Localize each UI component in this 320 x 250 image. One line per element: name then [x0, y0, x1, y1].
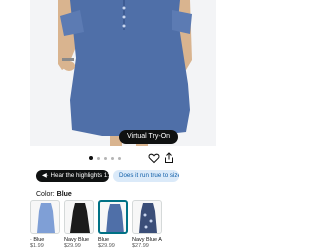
swatch-thumbnail: [98, 200, 128, 234]
carousel-pagination-dots: [89, 155, 129, 161]
virtual-try-on-button[interactable]: Virtual Try-On: [119, 130, 179, 144]
product-image-carousel[interactable]: Virtual Try-On: [0, 0, 250, 146]
carousel-dot[interactable]: [118, 156, 121, 160]
heart-icon[interactable]: [148, 152, 160, 164]
swatch-price: $27.99: [132, 243, 149, 249]
hear-highlights-button[interactable]: ◀· Hear the highlights 1:59: [36, 170, 109, 182]
carousel-dot-active[interactable]: [89, 156, 93, 160]
true-to-size-button[interactable]: Does it run true to size?: [113, 170, 179, 182]
swatch-dress-image: [70, 203, 90, 233]
product-photo-dress: [58, 0, 192, 146]
share-icon[interactable]: [163, 152, 175, 164]
swatch-price: $29.99: [98, 243, 115, 249]
color-label-prefix: Color:: [36, 191, 55, 198]
swatch-thumbnail: [64, 200, 94, 234]
color-swatch-selected[interactable]: Blue $29.99: [98, 200, 128, 250]
swatch-price: $1.99: [30, 243, 44, 249]
color-swatch-list: · Blue $1.99 Navy Blue $29.99 Blue $29.9…: [30, 200, 250, 250]
carousel-dot[interactable]: [111, 156, 114, 160]
swatch-thumbnail: [132, 200, 162, 234]
carousel-dot[interactable]: [104, 156, 107, 160]
color-selection-label: Color: Blue: [36, 191, 72, 198]
color-swatch[interactable]: Navy Blue A... $27.99: [132, 200, 162, 250]
selected-color-name: Blue: [56, 191, 72, 198]
swatch-dress-image: [37, 203, 55, 233]
swatch-price: $29.99: [64, 243, 81, 249]
swatch-dress-image: [106, 204, 124, 232]
swatch-thumbnail: [30, 200, 60, 234]
carousel-dot[interactable]: [97, 156, 100, 160]
swatch-dress-image: [139, 203, 157, 233]
color-swatch[interactable]: · Blue $1.99: [30, 200, 60, 250]
color-swatch[interactable]: Navy Blue $29.99: [64, 200, 94, 250]
